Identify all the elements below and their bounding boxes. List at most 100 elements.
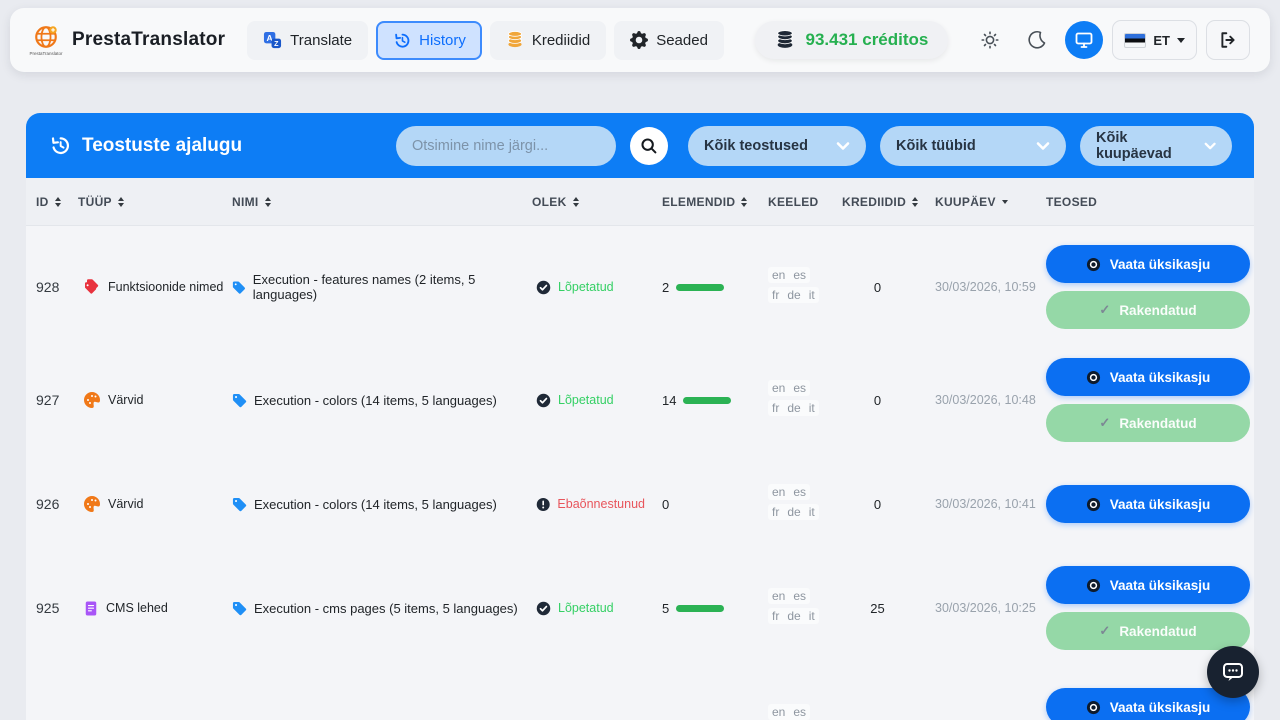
row-name: Execution - cms pages (5 items, 5 langua… bbox=[225, 601, 520, 616]
nav-item-label: Seaded bbox=[656, 31, 708, 49]
tag-icon bbox=[232, 393, 247, 408]
progress-bar bbox=[676, 283, 725, 291]
svg-text:Z: Z bbox=[274, 39, 279, 47]
row-name: Execution - features names (2 items, 5 l… bbox=[225, 272, 520, 302]
column-header-id[interactable]: ID bbox=[26, 195, 70, 209]
row-type: Funktsioonide nimed bbox=[70, 279, 225, 295]
language-code: ET bbox=[1153, 32, 1170, 48]
applied-button[interactable]: ✓ Rakendatud bbox=[1046, 612, 1250, 650]
check-circle-icon bbox=[536, 601, 551, 616]
column-header-tuup[interactable]: TÜÜP bbox=[70, 195, 225, 209]
row-languages: en es fr de it bbox=[760, 267, 835, 307]
logout-icon bbox=[1221, 32, 1235, 48]
credits-value: 93.431 créditos bbox=[805, 30, 929, 49]
status-badge: Lõpetatud bbox=[520, 280, 645, 295]
column-header-elemendid[interactable]: ELEMENDID bbox=[645, 195, 760, 209]
status-badge: Lõpetatud bbox=[520, 393, 645, 408]
filter-executions-dropdown[interactable]: Kõik teostused bbox=[688, 125, 866, 166]
eye-icon bbox=[1086, 370, 1101, 385]
row-actions: Vaata üksikasju ✓ Rakendatud bbox=[1040, 245, 1254, 329]
main-nav: A Z Translate History Krediidid Seaded bbox=[247, 20, 724, 60]
chevron-down-icon bbox=[1036, 141, 1050, 151]
file-icon bbox=[84, 601, 98, 616]
sort-icon bbox=[912, 196, 919, 207]
gear-icon bbox=[630, 31, 649, 49]
logo-caption: PrestaTranslator bbox=[29, 51, 63, 56]
column-header-teosed: TEOSED bbox=[1046, 194, 1098, 209]
logout-button[interactable] bbox=[1206, 20, 1250, 60]
view-details-button[interactable]: Vaata üksikasju bbox=[1046, 566, 1250, 604]
row-name: Execution - colors (14 items, 5 language… bbox=[225, 497, 520, 512]
globe-logo-icon bbox=[35, 26, 57, 48]
nav-item-krediidid[interactable]: Krediidid bbox=[489, 20, 607, 60]
nav-item-label: Translate bbox=[290, 31, 353, 49]
chevron-down-icon bbox=[836, 141, 850, 151]
column-header-krediidid[interactable]: KREDIIDID bbox=[835, 195, 920, 209]
view-details-button[interactable]: Vaata üksikasju bbox=[1046, 485, 1250, 523]
brand: PrestaTranslator PrestaTranslator bbox=[29, 24, 226, 56]
row-type: Värvid bbox=[70, 392, 225, 408]
sun-icon bbox=[981, 31, 999, 49]
page-title: PrestaTranslator bbox=[72, 29, 226, 50]
nav-item-label: Krediidid bbox=[531, 31, 591, 49]
filter-types-dropdown[interactable]: Kõik tüübid bbox=[880, 125, 1066, 166]
progress-bar bbox=[683, 396, 732, 404]
chat-button[interactable] bbox=[1207, 646, 1259, 698]
exclamation-circle-icon bbox=[536, 497, 550, 512]
tag-icon bbox=[232, 601, 247, 616]
view-details-button[interactable]: Vaata üksikasju bbox=[1046, 245, 1250, 283]
row-elements: 14 bbox=[645, 393, 760, 408]
check-icon: ✓ bbox=[1099, 302, 1111, 317]
history-icon bbox=[392, 31, 411, 50]
navbar: PrestaTranslator PrestaTranslator A Z Tr… bbox=[10, 8, 1270, 72]
sort-icon bbox=[572, 196, 579, 207]
column-header-kuupaev[interactable]: KUUPÄEV bbox=[920, 195, 1040, 209]
theme-light-button[interactable] bbox=[971, 21, 1009, 59]
filter-label: Kõik kuupäevad bbox=[1096, 129, 1172, 162]
language-selector[interactable]: ET bbox=[1112, 20, 1197, 60]
navbar-right: 93.431 créditos ET bbox=[754, 20, 1250, 60]
panel-title-text: Teostuste ajalugu bbox=[82, 134, 243, 156]
table-row: 926 Värvid Execution - colors (14 items,… bbox=[26, 452, 1254, 556]
tag-icon bbox=[232, 280, 246, 295]
history-panel: Teostuste ajalugu Kõik teostused Kõik tü… bbox=[26, 113, 1254, 720]
app-logo: PrestaTranslator bbox=[29, 24, 63, 56]
row-actions: Vaata üksikasju ✓ Rakendatud bbox=[1040, 358, 1254, 442]
row-credits: 25 bbox=[870, 600, 885, 616]
column-header-olek[interactable]: OLEK bbox=[520, 195, 645, 209]
applied-button[interactable]: ✓ Rakendatud bbox=[1046, 291, 1250, 329]
nav-item-translate[interactable]: A Z Translate bbox=[247, 20, 369, 60]
theme-system-button[interactable] bbox=[1065, 21, 1104, 59]
row-id: 928 bbox=[36, 279, 60, 295]
row-date: 30/03/2026, 10:41 bbox=[935, 497, 1036, 511]
row-elements: 2 bbox=[645, 280, 760, 295]
chevron-down-icon bbox=[1177, 37, 1185, 43]
search-input[interactable] bbox=[396, 125, 616, 166]
theme-dark-button[interactable] bbox=[1018, 21, 1056, 59]
column-header-nimi[interactable]: NIMI bbox=[225, 195, 520, 209]
eye-icon bbox=[1086, 497, 1101, 512]
filter-dates-dropdown[interactable]: Kõik kuupäevad bbox=[1080, 125, 1232, 166]
panel-header: Teostuste ajalugu Kõik teostused Kõik tü… bbox=[26, 113, 1254, 178]
palette-icon bbox=[84, 392, 100, 408]
search-button[interactable] bbox=[630, 126, 668, 165]
view-details-button[interactable]: Vaata üksikasju bbox=[1046, 358, 1250, 396]
status-badge: Ebaõnnestunud bbox=[520, 497, 645, 512]
nav-item-seaded[interactable]: Seaded bbox=[614, 20, 724, 60]
row-date: 30/03/2026, 10:25 bbox=[935, 601, 1036, 615]
row-credits: 0 bbox=[873, 392, 882, 408]
row-type: Värvid bbox=[70, 496, 225, 512]
row-date: 30/03/2026, 10:48 bbox=[935, 393, 1036, 407]
search-icon bbox=[641, 137, 657, 153]
table-header: ID TÜÜP NIMI OLEK ELEMENDID KEELED KREDI… bbox=[26, 178, 1254, 226]
row-languages: en es fr de it bbox=[760, 380, 835, 420]
row-date: 30/03/2026, 10:59 bbox=[935, 280, 1036, 294]
row-actions: Vaata üksikasju ✓ Rakendatud bbox=[1040, 566, 1254, 650]
filter-label: Kõik tüübid bbox=[896, 137, 976, 154]
nav-item-history[interactable]: History bbox=[376, 20, 482, 60]
sort-icon bbox=[741, 196, 748, 207]
moon-icon bbox=[1028, 31, 1046, 49]
table-row: en es Vaata üksikasju bbox=[26, 660, 1254, 720]
applied-button[interactable]: ✓ Rakendatud bbox=[1046, 404, 1250, 442]
column-header-keeled: KEELED bbox=[768, 194, 819, 209]
